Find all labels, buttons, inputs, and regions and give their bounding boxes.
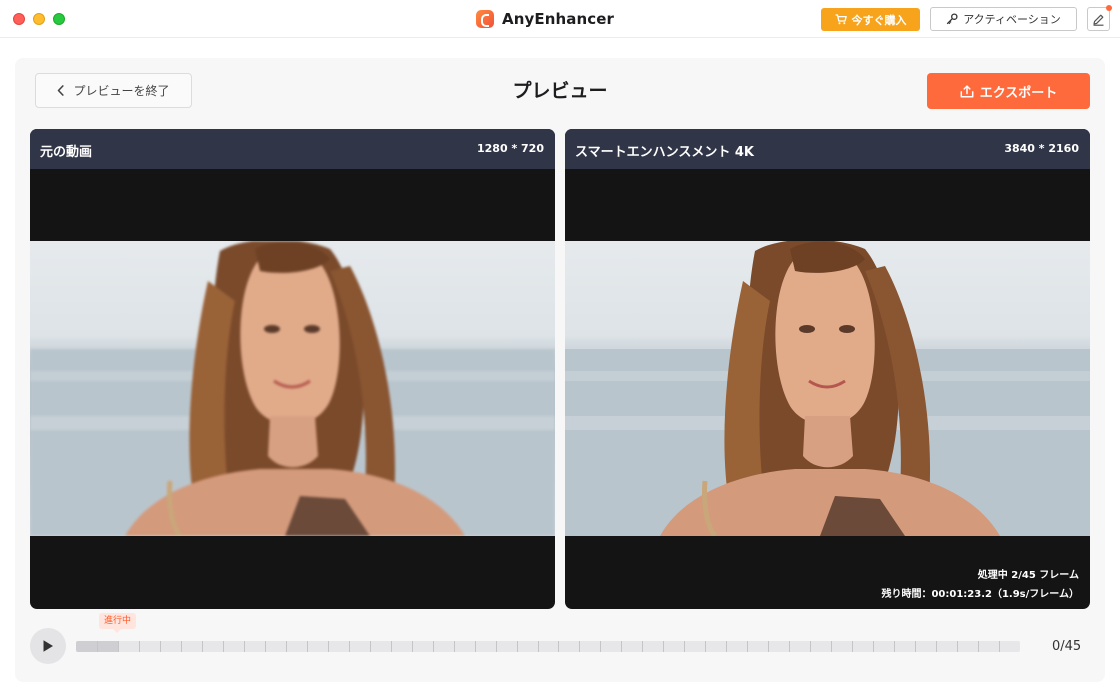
original-video-pane: 元の動画 1280 * 720: [30, 129, 555, 609]
window-minimize-button[interactable]: [33, 13, 45, 25]
timeline-tick: [915, 641, 916, 652]
timeline-tick: [957, 641, 958, 652]
timeline-tick: [181, 641, 182, 652]
timeline-tick: [286, 641, 287, 652]
exit-preview-button[interactable]: プレビューを終了: [35, 73, 192, 108]
notification-dot: [1106, 5, 1112, 11]
timeline-tick: [538, 641, 539, 652]
play-icon: [43, 640, 53, 652]
timeline-tick: [517, 641, 518, 652]
original-pane-title: 元の動画: [40, 145, 93, 160]
timeline-tick: [139, 641, 140, 652]
cart-icon: [835, 14, 847, 25]
export-button[interactable]: エクスポート: [927, 73, 1090, 109]
timeline-tick: [223, 641, 224, 652]
chevron-left-icon: [58, 85, 65, 96]
enhanced-pane-header: スマートエンハンスメント 4K 3840 * 2160: [565, 129, 1090, 169]
title-bar: AnyEnhancer 今すぐ購入 アクティベーション: [0, 0, 1120, 38]
window-zoom-button[interactable]: [53, 13, 65, 25]
timeline-tick: [810, 641, 811, 652]
export-icon: [960, 84, 974, 97]
timeline-tick: [726, 641, 727, 652]
timeline-tick: [852, 641, 853, 652]
timeline-tick: [370, 641, 371, 652]
key-icon: [946, 13, 958, 25]
timeline-tick: [265, 641, 266, 652]
timeline-tick: [412, 641, 413, 652]
app-brand: AnyEnhancer: [476, 9, 614, 29]
enhanced-resolution: 3840 * 2160: [1004, 142, 1079, 155]
original-video-frame: [30, 241, 555, 536]
buy-now-button[interactable]: 今すぐ購入: [821, 8, 920, 31]
timeline-tick: [642, 641, 643, 652]
enhanced-frame-image: [565, 241, 1090, 536]
timeline-tick: [873, 641, 874, 652]
progress-tag: 進行中: [99, 613, 137, 633]
processing-status: 処理中 2/45 フレーム: [977, 570, 1079, 581]
timeline-tick: [454, 641, 455, 652]
timeline-tick: [831, 641, 832, 652]
page-title: プレビュー: [512, 80, 608, 102]
preview-panel: プレビューを終了 プレビュー エクスポート 元の動画 1280 * 720 スマ…: [15, 58, 1105, 682]
enhanced-pane-title: スマートエンハンスメント 4K: [575, 145, 754, 160]
timeline-tick: [558, 641, 559, 652]
timeline-tick: [663, 641, 664, 652]
original-resolution: 1280 * 720: [477, 142, 544, 155]
timeline-tick: [621, 641, 622, 652]
timeline-tick: [160, 641, 161, 652]
timeline-tick: [244, 641, 245, 652]
timeline-tick: [307, 641, 308, 652]
play-button[interactable]: [30, 628, 66, 664]
timeline-track[interactable]: [76, 641, 1020, 652]
app-logo-icon: [476, 10, 494, 28]
buy-now-label: 今すぐ購入: [851, 13, 907, 27]
timeline-tick: [789, 641, 790, 652]
timeline-tick: [579, 641, 580, 652]
original-frame-image: [30, 241, 555, 536]
timeline-tick: [496, 641, 497, 652]
timeline-tick: [978, 641, 979, 652]
timeline-tick: [118, 641, 119, 652]
enhanced-video-pane: スマートエンハンスメント 4K 3840 * 2160 処理中 2/45 フレー…: [565, 129, 1090, 609]
timeline-tick: [202, 641, 203, 652]
timeline-tick: [684, 641, 685, 652]
feedback-button[interactable]: [1087, 5, 1112, 31]
pen-icon: [1093, 14, 1104, 26]
timeline-tick: [936, 641, 937, 652]
exit-preview-label: プレビューを終了: [73, 84, 170, 98]
app-name: AnyEnhancer: [502, 10, 615, 28]
export-label: エクスポート: [979, 85, 1058, 101]
timeline-tick: [328, 641, 329, 652]
timeline-tick: [894, 641, 895, 652]
timeline-tick: [349, 641, 350, 652]
timeline-tick: [768, 641, 769, 652]
window-close-button[interactable]: [13, 13, 25, 25]
timeline-tick: [391, 641, 392, 652]
timeline-tick: [999, 641, 1000, 652]
activation-button[interactable]: アクティベーション: [930, 7, 1077, 31]
timeline-tick: [433, 641, 434, 652]
remaining-time: 残り時間：00:01:23.2（1.9s/フレーム）: [881, 589, 1079, 600]
enhanced-video-frame: [565, 241, 1090, 536]
original-pane-header: 元の動画 1280 * 720: [30, 129, 555, 169]
timeline-tick: [747, 641, 748, 652]
activation-label: アクティベーション: [963, 13, 1061, 26]
timeline-tick: [600, 641, 601, 652]
timeline-tick: [475, 641, 476, 652]
frame-counter: 0/45: [1052, 639, 1082, 654]
timeline-tick: [97, 641, 98, 652]
timeline-tick: [705, 641, 706, 652]
